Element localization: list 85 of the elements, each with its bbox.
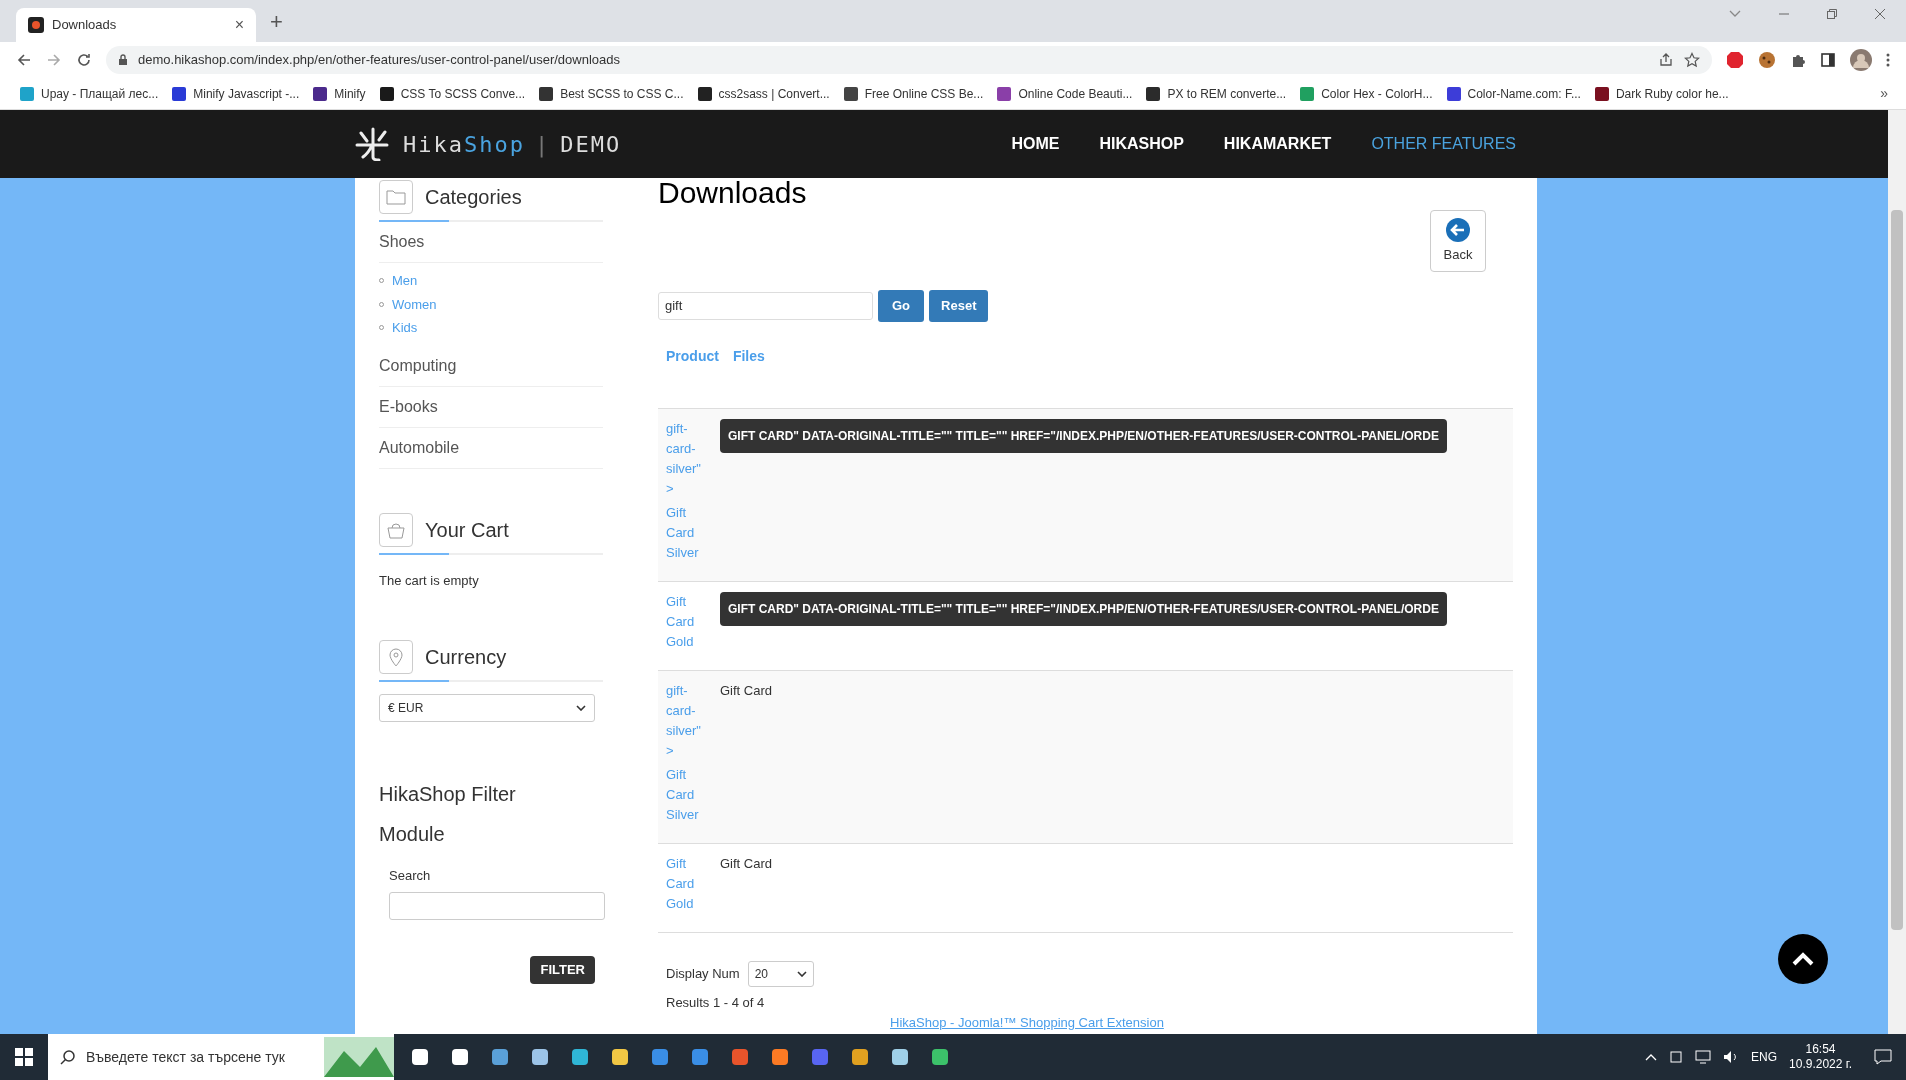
filter-button[interactable]: FILTER <box>530 955 595 984</box>
nav-link[interactable]: HIKASHOP <box>1099 132 1184 156</box>
windows-logo-icon <box>15 1048 33 1066</box>
bookmark-item[interactable]: Dark Ruby color he... <box>1594 84 1729 103</box>
more-bookmarks-button[interactable]: » <box>1880 83 1888 104</box>
page-title: Downloads <box>658 178 808 208</box>
tooltip: GIFT CARD" DATA-ORIGINAL-TITLE="" TITLE="" HREF="/INDEX.PHP/EN/OTHER-FEATURES/USER-CONTROL-PANEL/ORDE <box>720 419 1447 453</box>
asterisk-logo-icon[interactable] <box>355 127 391 161</box>
close-tab-button[interactable]: × <box>234 13 244 37</box>
scroll-to-top-button[interactable] <box>1778 934 1828 984</box>
scrollbar-thumb[interactable] <box>1891 210 1903 930</box>
category-link[interactable]: Shoes <box>379 222 603 263</box>
file-name-text: Gift Card <box>720 855 772 873</box>
share-icon[interactable] <box>1658 52 1674 68</box>
chevron-down-icon[interactable] <box>1728 9 1742 19</box>
brand-name[interactable]: Hika Shop <box>403 127 525 161</box>
lock-icon <box>118 54 128 66</box>
language-indicator[interactable]: ENG <box>1751 1048 1778 1066</box>
currency-select[interactable]: € EUR <box>379 694 595 722</box>
new-tab-button[interactable]: + <box>270 5 283 38</box>
notification-icon[interactable] <box>1874 1049 1892 1065</box>
section-heading: Your Cart <box>425 517 509 543</box>
speaker-icon[interactable] <box>1723 1050 1739 1064</box>
network-icon[interactable] <box>1695 1050 1711 1064</box>
bookmark-item[interactable]: Online Code Beauti... <box>997 84 1133 103</box>
landscape-drawing <box>324 1037 394 1077</box>
file-name-text: Gift Card <box>720 682 772 700</box>
bookmark-item[interactable]: css2sass | Convert... <box>697 84 830 103</box>
avatar-icon[interactable] <box>1850 49 1872 71</box>
nav-link[interactable]: HOME <box>1011 132 1060 156</box>
back-button[interactable]: Back <box>1430 210 1486 272</box>
reload-icon[interactable] <box>76 52 92 68</box>
puzzle-icon[interactable] <box>1790 52 1806 68</box>
menu-icon[interactable] <box>1886 52 1890 68</box>
scrollbar[interactable] <box>1888 110 1906 1034</box>
bookmark-item[interactable]: PX to REM converte... <box>1146 84 1287 103</box>
bookmark-item[interactable]: Color Hex - ColorH... <box>1300 84 1433 103</box>
url-text: demo.hikashop.com/index.php/en/other-features/user-control-panel/user/downloads <box>138 51 621 70</box>
chevron-up-icon <box>1792 952 1814 966</box>
search-icon <box>60 1049 76 1065</box>
address-bar[interactable]: demo.hikashop.com/index.php/en/other-features/user-control-panel/user/downloads <box>106 46 1712 74</box>
section-heading: Categories <box>425 185 522 210</box>
go-button[interactable]: Go <box>878 289 925 322</box>
cart-status-text: The cart is empty <box>379 571 480 590</box>
bookmark-item[interactable]: Best SCSS to CSS C... <box>539 84 684 103</box>
basket-icon <box>379 512 413 547</box>
cookie-icon[interactable] <box>1758 51 1776 69</box>
clock[interactable]: 16:54 10.9.2022 г. <box>1789 1042 1852 1072</box>
category-link[interactable]: E-books <box>379 386 603 428</box>
map-pin-icon <box>379 640 413 674</box>
bookmark-item[interactable]: Minify <box>313 84 366 103</box>
bookmark-item[interactable]: Color-Name.com: F... <box>1446 84 1581 103</box>
close-icon[interactable] <box>1874 8 1886 20</box>
side-panel-icon[interactable] <box>1820 52 1836 68</box>
tab-title: Downloads <box>52 16 118 35</box>
nav-link[interactable]: HIKAMARKET <box>1223 132 1332 156</box>
nav-link[interactable]: OTHER FEATURES <box>1371 132 1516 156</box>
filter-heading: HikaShop Filter Module <box>379 782 517 847</box>
category-link[interactable]: Computing <box>379 345 603 387</box>
search-field[interactable]: gift <box>658 291 873 320</box>
category-link[interactable]: Automobile <box>379 427 603 469</box>
display-num-label: Display Num <box>666 965 740 984</box>
back-arrow-icon[interactable] <box>16 52 32 68</box>
chevron-up-icon[interactable] <box>1645 1053 1657 1061</box>
bookmark-item[interactable]: Minify Javascript -... <box>172 84 300 103</box>
logo-divider: | <box>534 130 551 160</box>
caret-icon <box>576 705 586 711</box>
bookmark-item[interactable]: CSS To SCSS Conve... <box>379 84 526 103</box>
caret-icon <box>796 971 807 977</box>
browser-tab[interactable]: Downloads × <box>16 8 256 42</box>
favicon-icon <box>28 17 44 33</box>
reset-button[interactable]: Reset <box>929 289 989 322</box>
star-icon[interactable] <box>1684 52 1700 68</box>
bookmark-item[interactable]: Free Online CSS Be... <box>843 84 984 103</box>
taskbar-search-field[interactable]: Въведете текст за търсене тук <box>48 1034 394 1080</box>
section-heading: Currency <box>425 645 507 670</box>
logo-demo-text: DEMO <box>560 130 622 159</box>
display-num-select[interactable]: 20 <box>747 961 814 987</box>
search-label: Search <box>389 867 432 885</box>
restore-icon[interactable] <box>1826 8 1838 20</box>
bookmark-item[interactable]: Upay - Плащай лес... <box>20 84 159 103</box>
stop-sign-icon[interactable] <box>1726 51 1744 69</box>
tooltip: GIFT CARD" DATA-ORIGINAL-TITLE="" TITLE="" HREF="/INDEX.PHP/EN/OTHER-FEATURES/USER-CONTROL-PANEL/ORDE <box>720 592 1447 626</box>
results-count-text: Results 1 - 4 of 4 <box>665 994 766 1012</box>
search-input[interactable] <box>389 891 605 920</box>
